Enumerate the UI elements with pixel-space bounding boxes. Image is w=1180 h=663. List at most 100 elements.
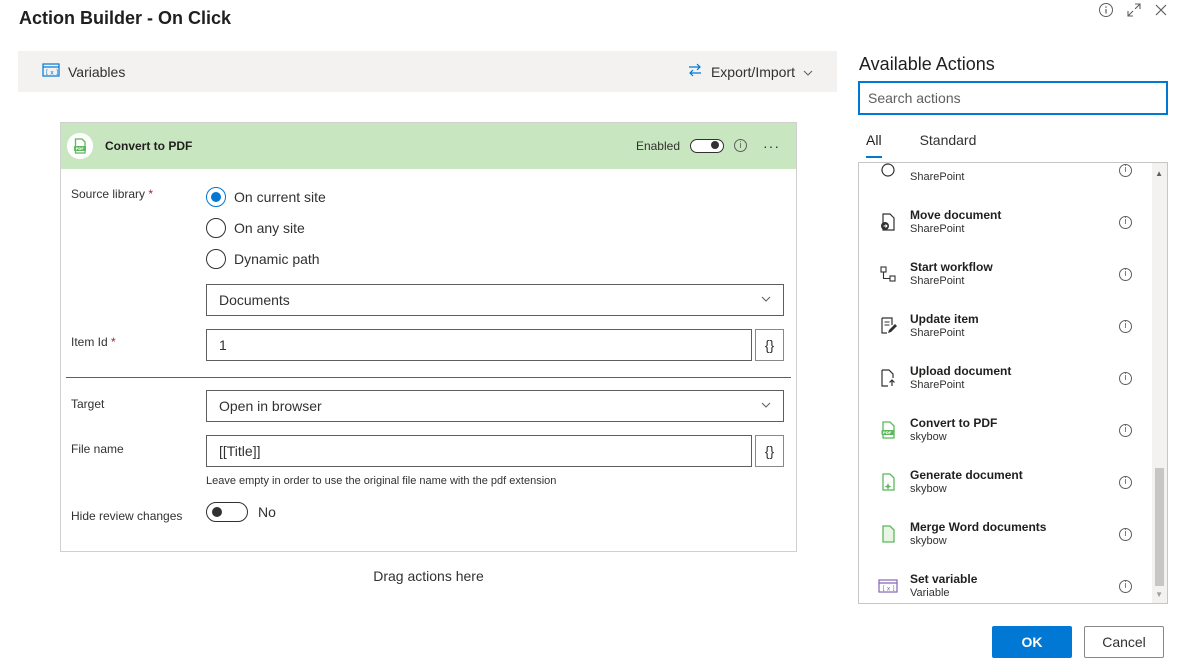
upload-document-icon [877,368,899,388]
action-source: SharePoint [910,327,965,339]
action-name: Merge Word documents [910,520,1047,534]
search-placeholder: Search actions [868,90,961,106]
radio-label: On any site [234,220,305,236]
action-source: SharePoint [910,379,965,391]
enabled-toggle[interactable] [690,138,724,153]
action-source: skybow [910,431,947,443]
hide-review-label: Hide review changes [71,509,183,523]
scrollbar-thumb[interactable] [1155,468,1164,586]
hide-review-value: No [258,504,276,520]
action-name: Update item [910,312,979,326]
info-icon[interactable]: i [1119,319,1132,333]
info-icon[interactable]: i [1119,215,1132,229]
action-source: Variable [910,587,950,599]
action-name: Upload document [910,364,1012,378]
action-name: Move document [910,208,1002,222]
item-id-text: Item Id [71,335,108,349]
variables-icon: [ x ] [42,63,60,80]
hide-review-toggle-row[interactable]: No [206,502,276,522]
workflow-icon [877,265,899,283]
list-item-set-variable[interactable]: [ x ] Set variable Variable i [859,561,1152,603]
file-name-hint: Leave empty in order to use the original… [206,475,557,487]
action-name: Convert to PDF [910,416,998,430]
info-icon[interactable]: i [734,139,747,152]
drag-actions-dropzone[interactable]: Drag actions here [60,568,797,584]
chevron-down-icon [761,294,771,306]
list-item-generate-document[interactable]: Generate document skybow i [859,457,1152,507]
hide-review-toggle[interactable] [206,502,248,522]
info-icon[interactable]: i [1119,423,1132,437]
item-id-value: 1 [219,337,227,353]
list-item-convert-to-pdf[interactable]: PDF Convert to PDF skybow i [859,405,1152,455]
chevron-down-icon [803,64,813,80]
radio-on-current-site[interactable]: On current site [206,187,326,207]
required-mark: * [148,187,154,201]
info-icon[interactable]: i [1119,163,1132,177]
list-item[interactable]: SharePoint i [859,163,1152,195]
search-actions-input[interactable]: Search actions [858,81,1168,115]
source-library-text: Source library [71,187,146,201]
library-dropdown[interactable]: Documents [206,284,784,316]
ok-button[interactable]: OK [992,626,1072,658]
section-divider [66,377,791,378]
action-source: skybow [910,535,947,547]
action-card-title: Convert to PDF [105,138,193,153]
actions-tabs: All Standard [858,130,985,158]
item-id-input[interactable]: 1 [206,329,752,361]
swap-arrows-icon [687,63,703,80]
merge-documents-icon [877,524,899,544]
radio-label: Dynamic path [234,251,320,267]
radio-dynamic-path[interactable]: Dynamic path [206,249,320,269]
file-name-input[interactable]: [[Title]] [206,435,752,467]
more-options-icon[interactable]: ··· [757,138,790,154]
target-label: Target [71,397,105,411]
tab-all[interactable]: All [858,130,890,158]
pdf-icon: PDF [67,132,93,159]
close-icon[interactable] [1154,3,1168,17]
scroll-up-arrow-icon[interactable]: ▲ [1155,169,1163,178]
info-icon[interactable] [1098,2,1114,18]
cancel-button[interactable]: Cancel [1084,626,1164,658]
list-item-move-document[interactable]: Move document SharePoint i [859,197,1152,247]
radio-button[interactable] [206,249,226,269]
scroll-down-arrow-icon[interactable]: ▼ [1155,590,1163,599]
radio-label: On current site [234,189,326,205]
list-item-start-workflow[interactable]: Start workflow SharePoint i [859,249,1152,299]
info-icon[interactable]: i [1119,527,1132,541]
export-import-label: Export/Import [710,63,795,80]
actions-list-scrollbar[interactable]: ▲ ▼ [1152,163,1167,603]
action-name: Generate document [910,468,1023,482]
item-id-expression-button[interactable]: {} [755,329,784,361]
expand-icon[interactable] [1126,2,1142,18]
enabled-label: Enabled [635,138,680,153]
radio-on-any-site[interactable]: On any site [206,218,305,238]
info-icon[interactable]: i [1119,267,1132,281]
list-item-upload-document[interactable]: Upload document SharePoint i [859,353,1152,403]
tab-standard[interactable]: Standard [912,130,985,156]
action-card-header[interactable]: PDF Convert to PDF Enabled i ··· [61,123,796,169]
window-controls [1098,2,1168,18]
list-item-merge-word-documents[interactable]: Merge Word documents skybow i [859,509,1152,559]
radio-button-checked[interactable] [206,187,226,207]
action-source: SharePoint [910,275,965,287]
available-actions-title: Available Actions [859,54,995,74]
info-icon[interactable]: i [1119,579,1132,593]
export-import-button[interactable]: Export/Import [687,63,813,80]
list-item-update-item[interactable]: Update item SharePoint i [859,301,1152,351]
target-dropdown[interactable]: Open in browser [206,390,784,422]
item-id-label: Item Id * [71,335,116,349]
info-icon[interactable]: i [1119,475,1132,489]
svg-text:[ x ]: [ x ] [46,70,58,77]
info-icon[interactable]: i [1119,371,1132,385]
file-name-expression-button[interactable]: {} [755,435,784,467]
chevron-down-icon [761,400,771,412]
action-source: SharePoint [910,223,965,235]
radio-button[interactable] [206,218,226,238]
svg-text:PDF: PDF [76,147,85,151]
source-library-label: Source library * [71,187,153,201]
variables-button[interactable]: [ x ] Variables [42,63,125,80]
pdf-icon: PDF [877,420,899,440]
svg-text:PDF: PDF [883,430,892,435]
action-name: Start workflow [910,260,993,274]
target-dropdown-value: Open in browser [219,398,322,414]
